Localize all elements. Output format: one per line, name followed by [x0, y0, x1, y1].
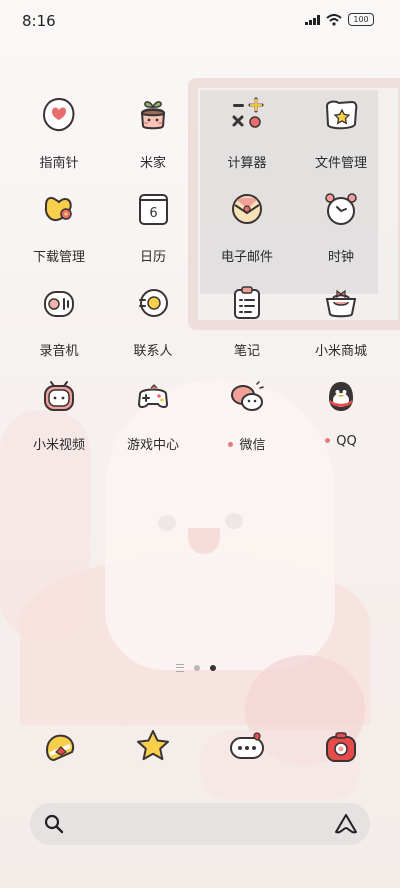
compass-icon — [42, 97, 75, 132]
app-label: 联系人 — [133, 344, 173, 359]
recorder-icon — [44, 291, 74, 317]
page-dot-active — [210, 665, 216, 671]
mijia-icon — [140, 101, 166, 130]
status-bar: 8:16 100 — [0, 0, 400, 40]
app-wechat[interactable]: 微信 — [202, 378, 292, 464]
app-notes[interactable]: 笔记 — [202, 284, 292, 370]
mi-store-icon — [325, 289, 357, 318]
app-label-text: 微信 — [239, 438, 266, 453]
page-indicator[interactable] — [176, 664, 216, 672]
app-label: 小米视频 — [32, 438, 85, 453]
email-icon — [232, 194, 262, 224]
notes-icon — [234, 286, 260, 319]
dock — [0, 728, 400, 768]
contacts-icon — [139, 289, 168, 317]
app-label: 电子邮件 — [220, 250, 273, 265]
app-mijia[interactable]: 米家 — [108, 96, 198, 182]
app-email[interactable]: 电子邮件 — [202, 190, 292, 276]
app-clock[interactable]: 时钟 — [296, 190, 386, 276]
app-mi-video[interactable]: 小米视频 — [14, 378, 104, 464]
app-label: 微信 — [202, 434, 292, 453]
search-icon[interactable] — [44, 814, 64, 834]
search-bar[interactable] — [30, 803, 370, 845]
app-compass[interactable]: 指南针 — [14, 96, 104, 182]
calendar-icon: 6 — [139, 194, 168, 225]
app-download-manager[interactable]: 下载管理 — [14, 190, 104, 276]
notification-dot — [228, 442, 234, 447]
app-qq[interactable]: QQ — [296, 378, 386, 464]
page-list-icon — [176, 664, 184, 672]
wifi-icon — [326, 13, 342, 26]
notification-dot — [325, 438, 331, 443]
app-calendar[interactable]: 6 日历 — [108, 190, 198, 276]
app-label-text: QQ — [336, 434, 357, 449]
app-file-manager[interactable]: 文件管理 — [296, 96, 386, 182]
app-label: 日历 — [139, 250, 166, 265]
signal-icon — [305, 14, 320, 25]
app-calculator[interactable]: 计算器 — [202, 96, 292, 182]
assistant-icon[interactable] — [334, 813, 358, 835]
download-manager-icon — [44, 196, 72, 222]
wechat-icon — [231, 381, 264, 411]
camera-icon[interactable] — [322, 728, 360, 766]
phone-icon[interactable] — [42, 728, 80, 766]
calendar-day: 6 — [149, 206, 157, 221]
app-label: 游戏中心 — [126, 438, 179, 453]
app-label: 计算器 — [227, 156, 267, 171]
app-label: 指南针 — [39, 156, 79, 171]
clock-icon — [325, 193, 357, 225]
app-contacts[interactable]: 联系人 — [108, 284, 198, 370]
calculator-icon — [232, 97, 264, 128]
app-label: 录音机 — [39, 344, 79, 359]
file-manager-icon — [325, 100, 358, 130]
battery-level: 100 — [348, 13, 374, 26]
messages-icon[interactable] — [228, 728, 266, 766]
battery-icon: 100 — [348, 13, 374, 26]
page-dot — [194, 665, 200, 671]
status-time: 8:16 — [22, 12, 56, 30]
app-label: 文件管理 — [314, 156, 367, 171]
app-label: 小米商城 — [314, 344, 367, 359]
app-game-center[interactable]: 游戏中心 — [108, 378, 198, 464]
game-center-icon — [137, 384, 169, 408]
app-mi-store[interactable]: 小米商城 — [296, 284, 386, 370]
app-label: 米家 — [139, 156, 166, 171]
app-label: QQ — [296, 434, 386, 449]
app-label: 下载管理 — [32, 250, 85, 265]
app-label: 笔记 — [233, 344, 260, 359]
qq-icon — [329, 382, 353, 411]
app-recorder[interactable]: 录音机 — [14, 284, 104, 370]
gallery-icon[interactable] — [134, 728, 172, 766]
app-label: 时钟 — [327, 250, 354, 265]
mi-video-icon — [44, 381, 74, 411]
